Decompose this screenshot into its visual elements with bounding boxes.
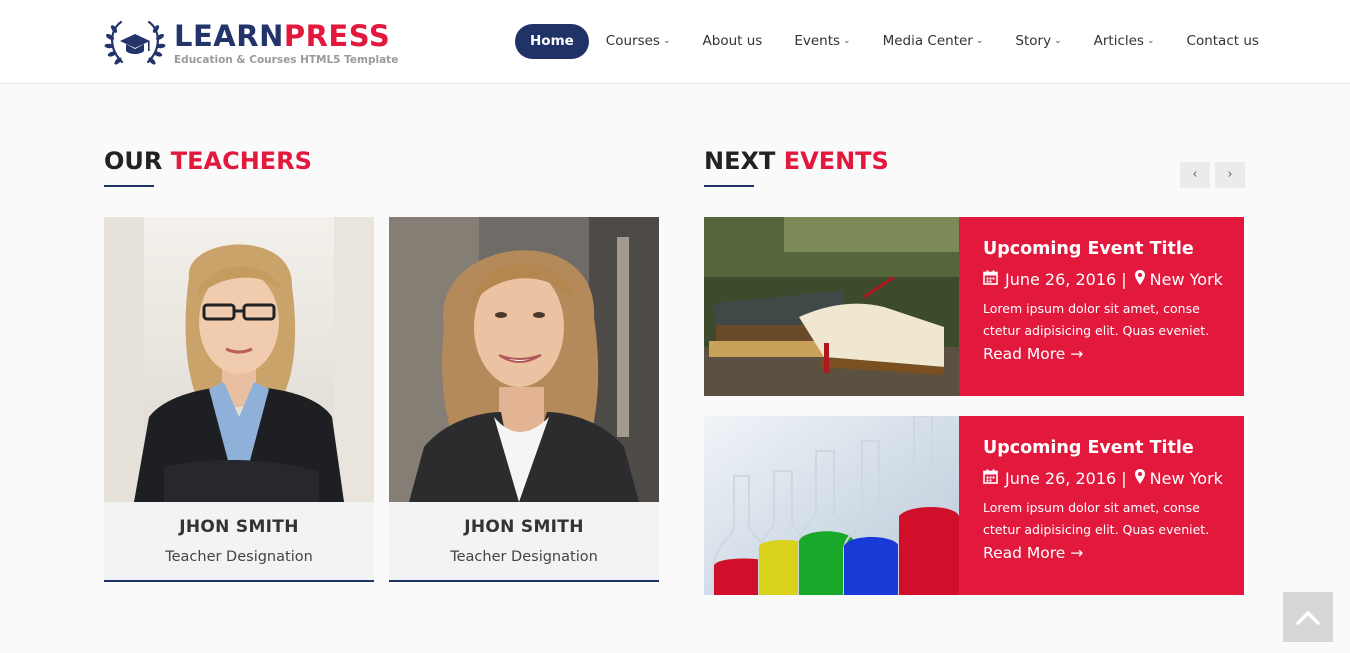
- back-to-top-button[interactable]: [1283, 592, 1333, 642]
- chevron-down-icon: ⌄: [1054, 36, 1062, 46]
- event-details: Upcoming Event Title June 26, 2016 | New…: [959, 416, 1244, 595]
- event-card[interactable]: Upcoming Event Title June 26, 2016 | New…: [704, 217, 1244, 396]
- event-date: June 26, 2016 |: [1005, 270, 1127, 289]
- event-date: June 26, 2016 |: [1005, 469, 1127, 488]
- brand-name: LEARNPRESS: [174, 19, 391, 53]
- chevron-left-icon: ‹: [1192, 167, 1198, 182]
- event-image: [704, 217, 959, 396]
- nav-item-articles[interactable]: Articles ⌄: [1094, 24, 1155, 59]
- teacher-photo: [389, 217, 659, 502]
- chevron-down-icon: ⌄: [843, 36, 851, 46]
- nav-item-events[interactable]: Events ⌄: [794, 24, 850, 59]
- brand-logo[interactable]: LEARNPRESS Education & Courses HTML5 Tem…: [104, 16, 398, 72]
- event-location: New York: [1149, 270, 1223, 289]
- chevron-up-icon: [1296, 611, 1320, 625]
- nav-item-story[interactable]: Story ⌄: [1015, 24, 1061, 59]
- chevron-down-icon: ⌄: [975, 36, 984, 46]
- nav-item-about-us[interactable]: About us: [703, 24, 763, 59]
- brand-tagline: Education & Courses HTML5 Template: [174, 54, 399, 66]
- nav-item-home[interactable]: Home: [515, 24, 589, 59]
- read-more-link[interactable]: Read More →: [983, 345, 1083, 363]
- laurel-graduation-cap-icon: [104, 20, 166, 65]
- title-divider: [704, 185, 754, 187]
- chevron-right-icon: ›: [1227, 167, 1233, 182]
- map-marker-icon: [1134, 468, 1145, 490]
- main-nav: Home Courses ⌄ About us Events ⌄ Media Cen…: [515, 24, 1259, 59]
- event-title[interactable]: Upcoming Event Title: [983, 237, 1244, 261]
- event-location: New York: [1149, 469, 1223, 488]
- chevron-down-icon: ⌄: [662, 36, 671, 46]
- nav-item-media-center[interactable]: Media Center ⌄: [883, 24, 984, 59]
- read-more-link[interactable]: Read More →: [983, 544, 1083, 562]
- chevron-down-icon: ⌄: [1146, 36, 1155, 46]
- event-card[interactable]: Upcoming Event Title June 26, 2016 | New…: [704, 416, 1244, 595]
- teacher-card[interactable]: JHON SMITH Teacher Designation: [389, 217, 659, 582]
- nav-item-contact-us[interactable]: Contact us: [1187, 24, 1259, 59]
- teacher-designation: Teacher Designation: [165, 549, 313, 565]
- event-meta: June 26, 2016 | New York: [983, 269, 1244, 291]
- events-prev-button[interactable]: ‹: [1180, 162, 1210, 188]
- event-description: Lorem ipsum dolor sit amet, conse ctetur…: [983, 500, 1210, 537]
- teachers-section-title: OUR TEACHERS: [104, 147, 312, 175]
- event-meta: June 26, 2016 | New York: [983, 468, 1244, 490]
- events-next-button[interactable]: ›: [1215, 162, 1245, 188]
- event-details: Upcoming Event Title June 26, 2016 | New…: [959, 217, 1244, 396]
- teacher-card[interactable]: JHON SMITH Teacher Designation: [104, 217, 374, 582]
- event-title[interactable]: Upcoming Event Title: [983, 436, 1244, 460]
- event-description: Lorem ipsum dolor sit amet, conse ctetur…: [983, 301, 1210, 338]
- title-divider: [104, 185, 154, 187]
- teacher-name: JHON SMITH: [464, 517, 584, 537]
- teacher-designation: Teacher Designation: [450, 549, 598, 565]
- site-header: LEARNPRESS Education & Courses HTML5 Tem…: [0, 0, 1350, 84]
- teacher-name: JHON SMITH: [179, 517, 299, 537]
- map-marker-icon: [1134, 269, 1145, 291]
- events-section-title: NEXT EVENTS: [704, 147, 889, 175]
- event-image: [704, 416, 959, 595]
- calendar-icon: [983, 468, 998, 490]
- calendar-icon: [983, 269, 998, 291]
- nav-item-courses[interactable]: Courses ⌄: [606, 24, 671, 59]
- teacher-photo: [104, 217, 374, 502]
